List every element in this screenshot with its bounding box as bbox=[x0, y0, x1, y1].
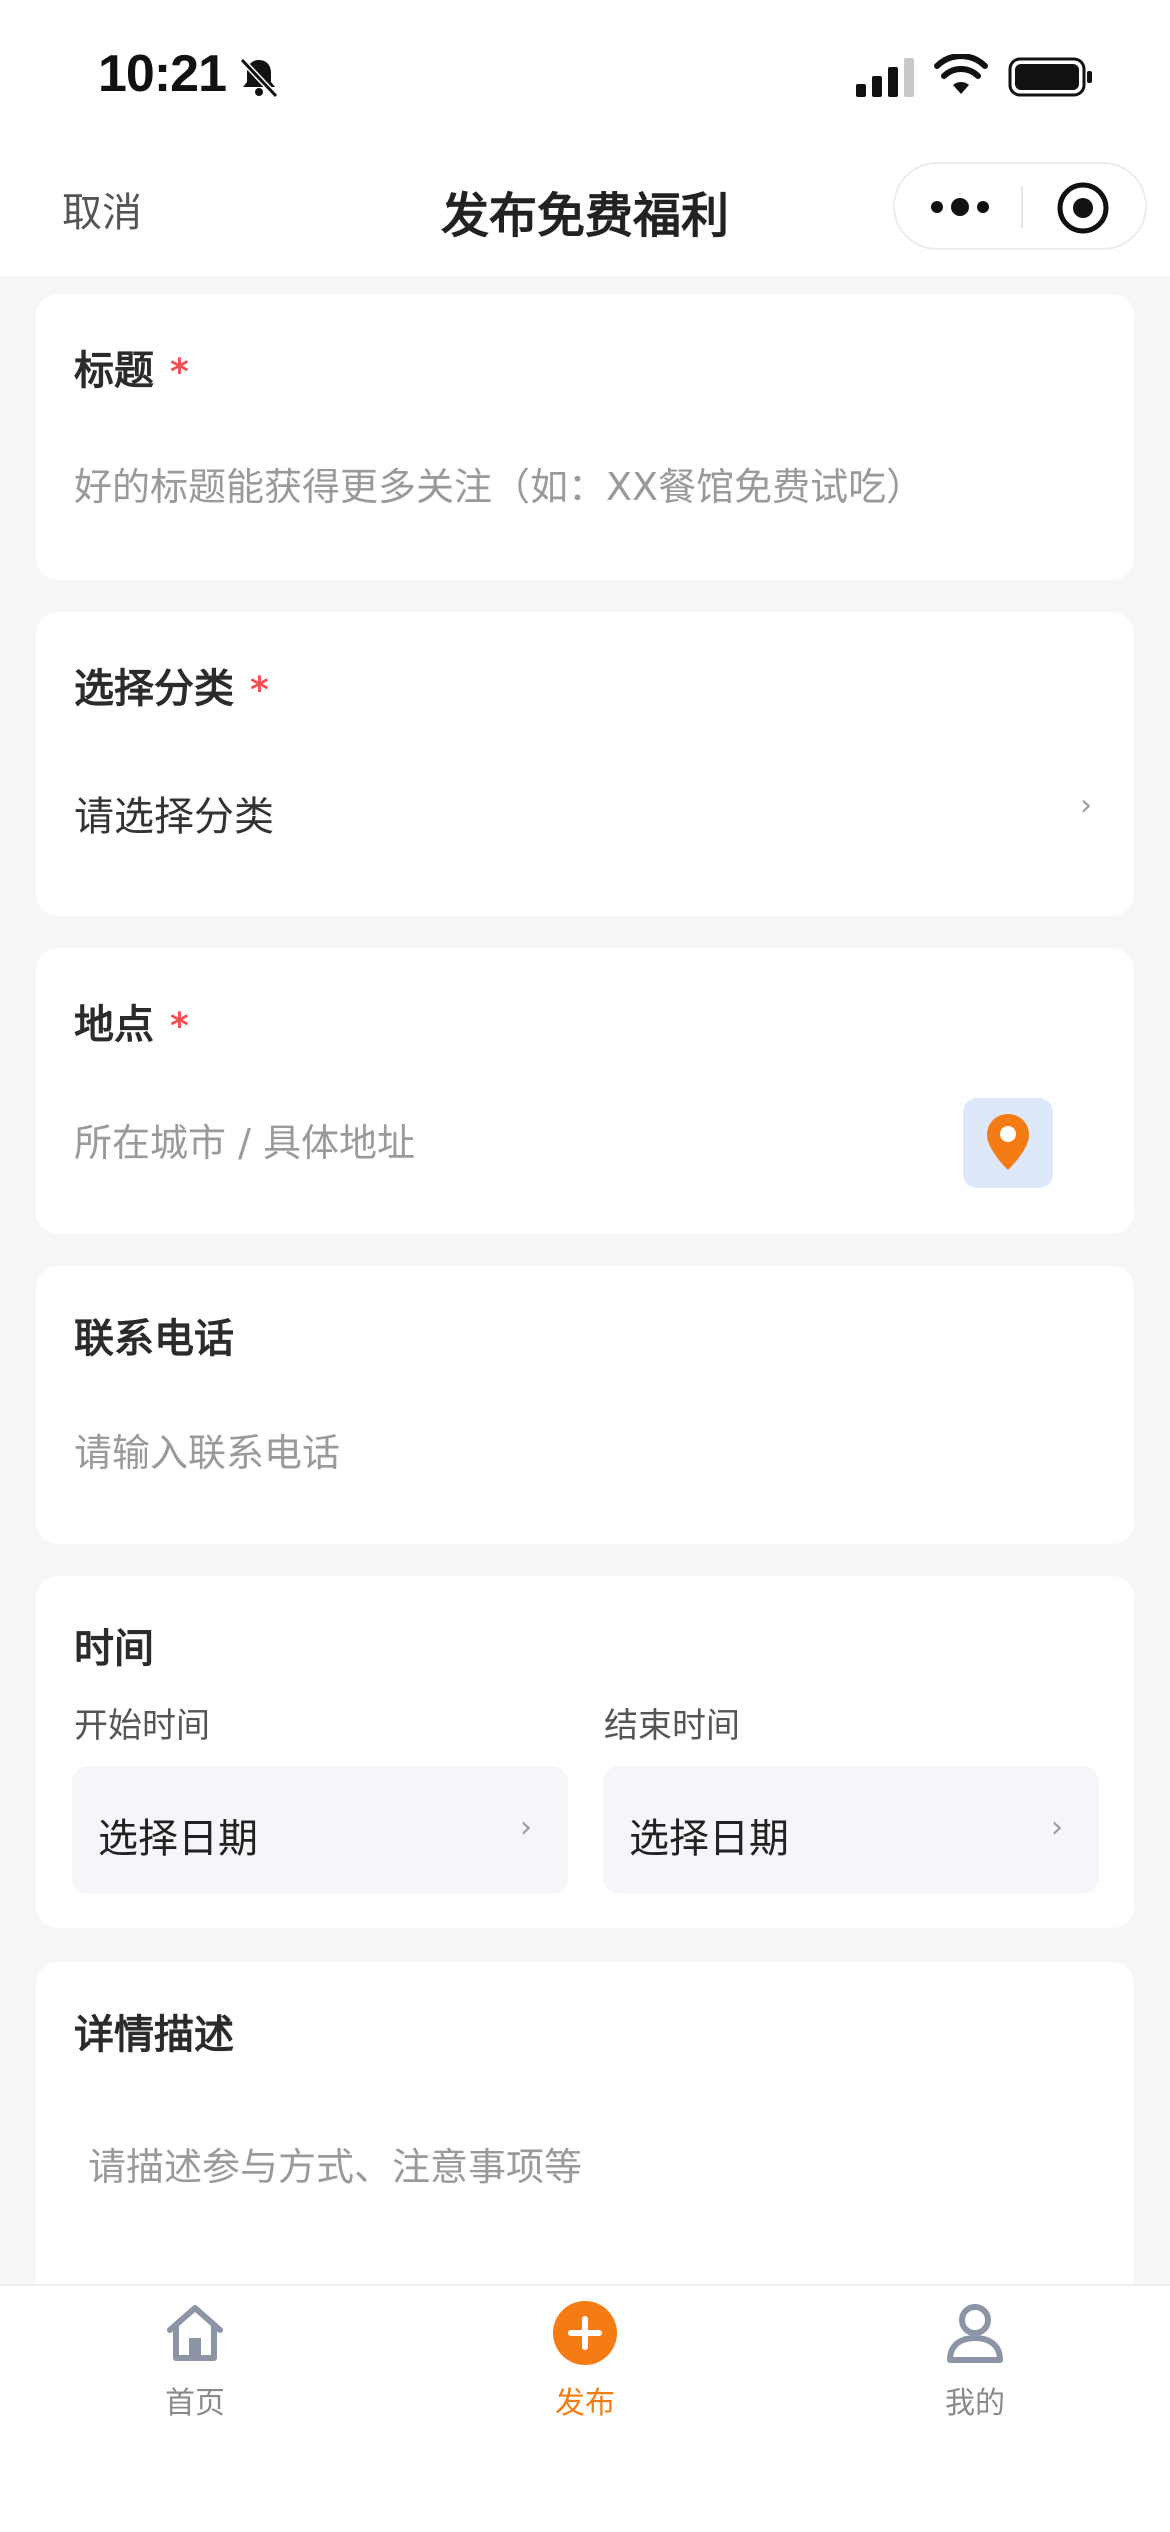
location-input[interactable]: 所在城市 / 具体地址 bbox=[74, 1112, 415, 1167]
status-time: 10:21 bbox=[98, 45, 227, 103]
title-card: 标题 * 好的标题能获得更多关注（如：XX餐馆免费试吃） bbox=[36, 294, 1134, 580]
time-card: 时间 开始时间 结束时间 选择日期 › 选择日期 › bbox=[36, 1576, 1134, 1928]
target-icon[interactable] bbox=[1055, 180, 1111, 236]
chevron-right-icon: › bbox=[520, 1810, 532, 1845]
map-pin-icon bbox=[987, 1114, 1029, 1170]
end-date-value: 选择日期 bbox=[629, 1816, 789, 1862]
end-date-picker[interactable]: 选择日期 › bbox=[603, 1766, 1099, 1894]
time-label: 时间 bbox=[74, 1626, 154, 1672]
home-icon bbox=[167, 2305, 223, 2361]
category-select[interactable]: 选择分类 * 请选择分类 › bbox=[36, 612, 1134, 916]
description-label: 详情描述 bbox=[74, 2012, 234, 2058]
required-mark: * bbox=[170, 1006, 189, 1047]
title-label: 标题 * bbox=[74, 348, 189, 394]
chevron-right-icon: › bbox=[1051, 1810, 1063, 1845]
category-value: 请选择分类 bbox=[74, 794, 274, 840]
tab-label: 发布 bbox=[555, 2386, 615, 2421]
tab-label: 首页 bbox=[165, 2386, 225, 2421]
required-mark: * bbox=[170, 352, 189, 393]
description-card: 详情描述 请描述参与方式、注意事项等 bbox=[36, 1962, 1134, 2302]
phone-input[interactable]: 请输入联系电话 bbox=[74, 1422, 340, 1477]
battery-icon bbox=[1008, 57, 1092, 97]
category-label: 选择分类 * bbox=[74, 666, 269, 712]
mini-program-capsule bbox=[893, 162, 1147, 250]
tab-label: 我的 bbox=[945, 2386, 1005, 2421]
tab-profile[interactable]: 我的 bbox=[780, 2286, 1170, 2446]
start-date-picker[interactable]: 选择日期 › bbox=[72, 1766, 568, 1894]
status-bar: 10:21 bbox=[0, 0, 1170, 150]
signal-icon bbox=[856, 58, 914, 97]
location-label: 地点 * bbox=[74, 1002, 189, 1048]
wifi-icon bbox=[934, 54, 988, 94]
nav-bar: 取消 发布免费福利 bbox=[0, 150, 1170, 276]
bell-slash-icon bbox=[239, 57, 279, 99]
capsule-divider bbox=[1021, 186, 1023, 228]
chevron-right-icon: › bbox=[1080, 788, 1092, 823]
end-time-label: 结束时间 bbox=[604, 1706, 740, 1746]
tab-home[interactable]: 首页 bbox=[0, 2286, 390, 2446]
start-date-value: 选择日期 bbox=[98, 1816, 258, 1862]
description-textarea[interactable]: 请描述参与方式、注意事项等 bbox=[88, 2136, 582, 2191]
tab-bar: 首页 发布 我的 bbox=[0, 2284, 1170, 2532]
locate-button[interactable] bbox=[963, 1098, 1053, 1188]
tab-publish[interactable]: 发布 bbox=[390, 2286, 780, 2446]
required-mark: * bbox=[250, 670, 269, 711]
title-input[interactable]: 好的标题能获得更多关注（如：XX餐馆免费试吃） bbox=[74, 456, 924, 511]
phone-label: 联系电话 bbox=[74, 1316, 234, 1362]
start-time-label: 开始时间 bbox=[74, 1706, 210, 1746]
phone-card: 联系电话 请输入联系电话 bbox=[36, 1266, 1134, 1544]
user-icon bbox=[947, 2304, 1003, 2363]
more-icon[interactable] bbox=[925, 186, 995, 228]
plus-circle-icon bbox=[553, 2301, 617, 2365]
location-card: 地点 * 所在城市 / 具体地址 bbox=[36, 948, 1134, 1234]
